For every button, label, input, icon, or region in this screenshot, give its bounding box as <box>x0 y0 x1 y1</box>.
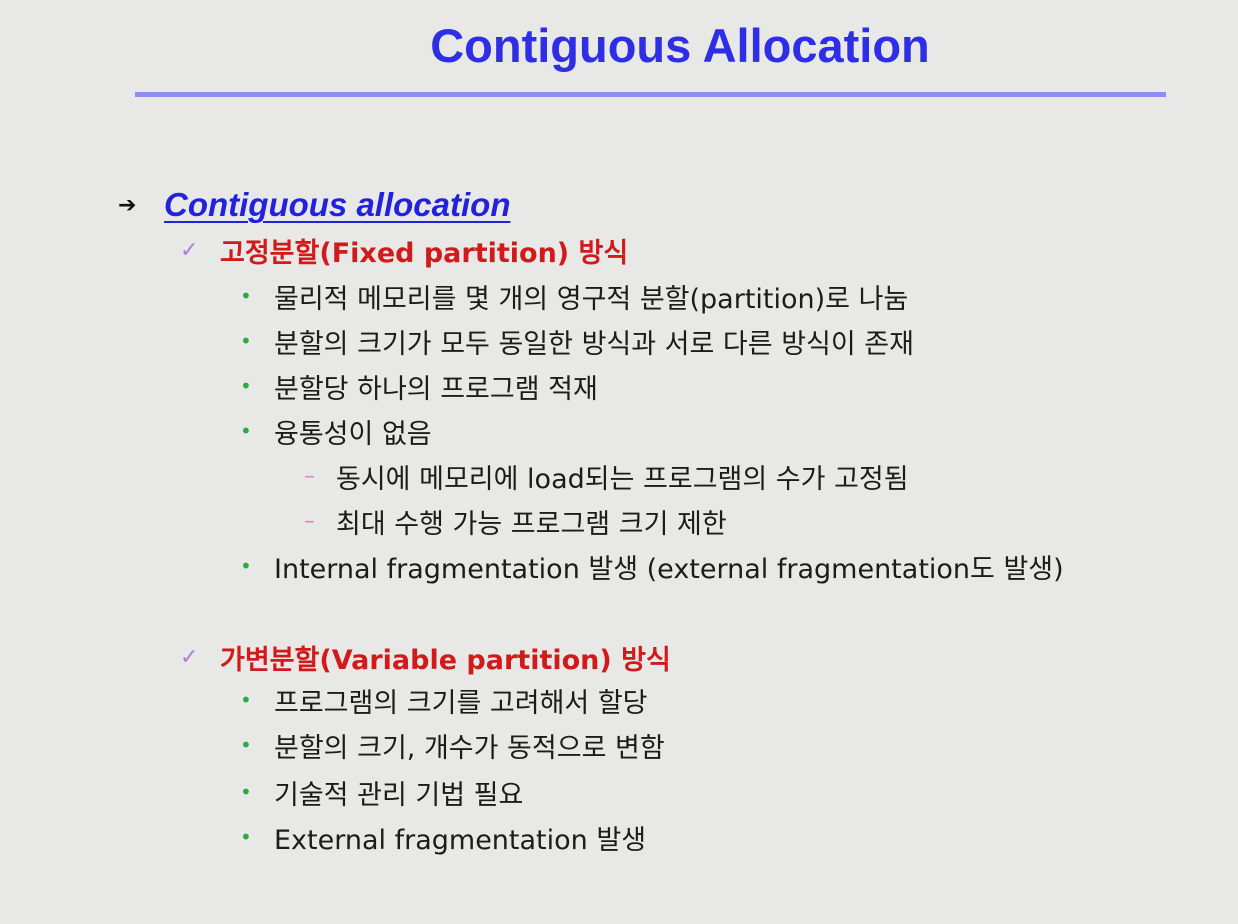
list-item: • 분할의 크기가 모두 동일한 방식과 서로 다른 방식이 존재 <box>240 320 914 362</box>
bullet-dot-icon: • <box>240 554 252 578</box>
list-item: • 프로그램의 크기를 고려해서 할당 <box>240 679 648 721</box>
section-fixed-partition: ✓ 고정분할(Fixed partition) 방식 <box>180 229 628 271</box>
sub-list-item: – 최대 수행 가능 프로그램 크기 제한 <box>304 500 727 542</box>
list-item: • 융통성이 없음 <box>240 410 432 452</box>
list-item: • 분할의 크기, 개수가 동적으로 변함 <box>240 724 665 766</box>
list-item: • 분할당 하나의 프로그램 적재 <box>240 365 598 407</box>
checkmark-icon: ✓ <box>180 644 199 670</box>
bullet-dot-icon: • <box>240 329 252 353</box>
slide-title: Contiguous Allocation <box>430 19 930 72</box>
list-item: • 기술적 관리 기법 필요 <box>240 771 523 813</box>
section-label: 고정분할(Fixed partition) 방식 <box>220 237 629 269</box>
list-item-text: 물리적 메모리를 몇 개의 영구적 분할(partition)로 나눔 <box>274 283 909 315</box>
arrow-right-icon: ➔ <box>118 192 137 218</box>
sub-list-item-text: 최대 수행 가능 프로그램 크기 제한 <box>336 508 727 540</box>
list-item-text: 기술적 관리 기법 필요 <box>274 779 524 811</box>
list-item: • 물리적 메모리를 몇 개의 영구적 분할(partition)로 나눔 <box>240 275 908 317</box>
dash-icon: – <box>304 463 315 489</box>
list-item-text: External fragmentation 발생 <box>274 824 647 856</box>
list-item: • External fragmentation 발생 <box>240 816 646 858</box>
bullet-dot-icon: • <box>240 374 252 398</box>
sub-list-item: – 동시에 메모리에 load되는 프로그램의 수가 고정됨 <box>304 455 909 497</box>
list-item-text: 분할의 크기, 개수가 동적으로 변함 <box>274 732 665 764</box>
list-item-text: Internal fragmentation 발생 (external frag… <box>274 553 1064 585</box>
title-divider <box>135 92 1166 97</box>
bullet-dot-icon: • <box>240 688 252 712</box>
bullet-dot-icon: • <box>240 780 252 804</box>
list-item: • Internal fragmentation 발생 (external fr… <box>240 545 1064 587</box>
slide: Contiguous Allocation ➔ Contiguous alloc… <box>0 0 1238 924</box>
list-item-text: 분할의 크기가 모두 동일한 방식과 서로 다른 방식이 존재 <box>274 328 914 360</box>
section-variable-partition: ✓ 가변분할(Variable partition) 방식 <box>180 636 671 678</box>
bullet-dot-icon: • <box>240 825 252 849</box>
dash-icon: – <box>304 508 315 534</box>
bullet-dot-icon: • <box>240 419 252 443</box>
sub-list-item-text: 동시에 메모리에 load되는 프로그램의 수가 고정됨 <box>336 463 909 495</box>
list-item-text: 프로그램의 크기를 고려해서 할당 <box>274 687 648 719</box>
heading-row: ➔ Contiguous allocation <box>118 182 510 228</box>
bullet-dot-icon: • <box>240 733 252 757</box>
checkmark-icon: ✓ <box>180 237 199 263</box>
heading-text: Contiguous allocation <box>164 186 511 223</box>
section-label: 가변분할(Variable partition) 방식 <box>220 644 671 676</box>
list-item-text: 분할당 하나의 프로그램 적재 <box>274 373 598 405</box>
list-item-text: 융통성이 없음 <box>274 418 432 450</box>
bullet-dot-icon: • <box>240 284 252 308</box>
